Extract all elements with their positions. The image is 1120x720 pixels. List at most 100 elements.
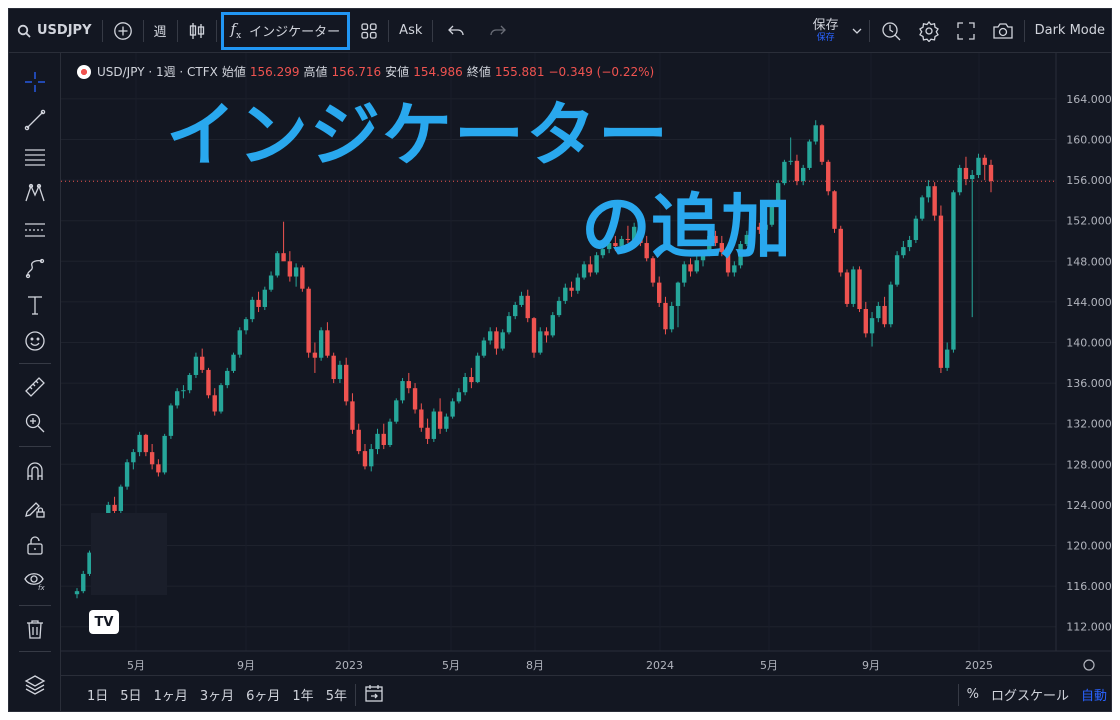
price-tick-label: 144.000 [1066,296,1112,309]
candle [293,263,299,287]
crosshair-tool[interactable] [23,70,47,94]
candle-body [168,405,174,436]
save-layout-button[interactable]: 保存 保存 [805,19,847,43]
divider [868,19,870,42]
candle-body [826,161,831,192]
candle [381,423,386,450]
delete-tool[interactable] [23,617,47,641]
candle-body [487,331,493,341]
candle [481,337,487,358]
candle-body [531,318,537,353]
chart-type-button[interactable] [180,9,214,53]
fullscreen-button[interactable] [948,9,984,53]
candle-body [156,464,161,473]
candle [963,156,969,186]
price-tick-label: 120.000 [1066,540,1112,553]
fib-tool[interactable] [23,145,47,169]
range-1m[interactable]: 1ヶ月 [148,685,194,704]
save-menu-button[interactable] [847,9,867,53]
save-sub-label: 保存 [816,32,835,43]
text-tool[interactable] [23,293,47,317]
candle [951,190,956,353]
candle [826,159,831,196]
percent-scale-toggle[interactable]: % [961,687,985,702]
goto-date-button[interactable] [358,683,390,707]
pattern-tool[interactable] [23,181,47,205]
quick-search-button[interactable] [872,9,910,53]
candle-body [256,299,261,307]
candle-body [369,449,374,467]
range-1y[interactable]: 1年 [286,685,319,704]
candle-body [801,167,806,182]
candle-body [819,125,825,162]
candle [118,484,124,514]
candle-body [375,433,380,450]
lock-drawing-tool[interactable] [23,496,47,520]
templates-button[interactable] [352,9,386,53]
time-tick-label: 5月 [760,659,778,672]
divider [176,19,178,42]
open-value: 156.299 [249,64,300,79]
range-6m[interactable]: 6ヶ月 [240,685,286,704]
candle-body [556,300,562,316]
undo-button[interactable] [435,9,477,53]
candle [437,398,443,434]
magnet-tool[interactable] [23,459,47,483]
candle [250,296,255,323]
interval-button[interactable]: 週 [146,9,175,53]
range-3m[interactable]: 3ヶ月 [194,685,240,704]
candle [794,154,800,186]
ruler-tool[interactable] [23,375,47,399]
emoji-tool[interactable] [23,329,47,353]
ruler-icon [25,377,45,397]
candle-body [838,228,843,273]
symbol-search-button[interactable]: USDJPY [9,9,100,53]
ask-button[interactable]: Ask [391,9,430,53]
brush-tool[interactable] [23,256,47,280]
time-tick-label: 9月 [862,659,880,672]
redo-button[interactable] [477,9,519,53]
masked-area [91,513,167,595]
settings-button[interactable] [910,9,948,53]
candle-body [162,435,167,473]
candle-body [919,197,925,219]
axis-settings-icon[interactable] [1083,659,1095,671]
candle-body [963,167,969,180]
divider [957,683,959,706]
crosshair-icon [25,72,45,92]
candle-body [982,157,987,165]
candle-body [894,255,900,285]
candle [387,418,393,448]
legend-title: USD/JPY · 1週 · CTFX [97,65,218,79]
range-5d[interactable]: 5日 [114,685,147,704]
candle-body [851,269,856,304]
candle [569,281,574,297]
forecast-tool[interactable] [23,218,47,242]
candle-body [563,287,568,301]
compare-button[interactable] [105,9,141,53]
screenshot-button[interactable] [984,9,1022,53]
candle [788,137,793,165]
auto-scale-toggle[interactable]: 自動 [1075,685,1111,704]
tradingview-logo[interactable]: TV [89,610,119,634]
close-value: 155.881 [494,64,545,79]
price-chart[interactable]: 164.000 160.000 156.000 152.000 148.000 144.0… [61,53,1112,672]
candle-body [832,191,837,229]
object-tree-button[interactable] [23,673,47,697]
candle-body [469,377,474,383]
candle [262,286,267,311]
time-tick-label: 2025 [965,659,993,672]
divider [215,19,217,42]
log-scale-toggle[interactable]: ログスケール [985,685,1075,704]
search-icon [17,24,31,38]
range-1d[interactable]: 1日 [61,685,114,704]
hide-tool[interactable]: fx [23,568,47,592]
trendline-tool[interactable] [23,108,47,132]
zoom-tool[interactable] [23,411,47,435]
unlock-tool[interactable] [23,533,47,557]
undo-icon [448,25,465,35]
indicators-button[interactable]: fx インジケーター [220,11,351,50]
candle [325,322,330,358]
theme-toggle[interactable]: Dark Mode [1027,9,1111,53]
range-5y[interactable]: 5年 [320,685,353,704]
